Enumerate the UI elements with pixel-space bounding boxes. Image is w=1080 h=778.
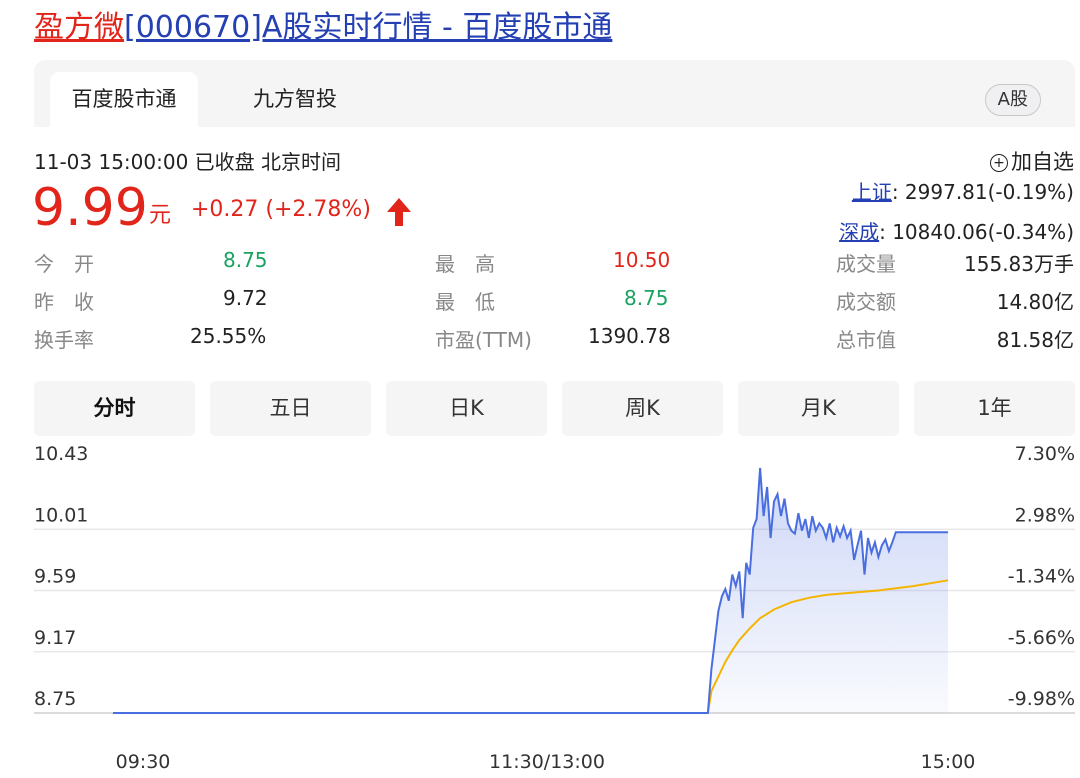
tab-jiufang[interactable]: 九方智投 [240,72,350,127]
x-axis-time-tick: 09:30 [116,751,171,773]
pe-value: 1390.78 [588,324,671,348]
low-value: 8.75 [624,286,669,310]
current-price: 9.99 [32,178,148,238]
high-label: 最 高 [435,252,495,276]
high-value: 10.50 [613,248,671,272]
page-title-link[interactable]: [000670]A股实时行情 - 百度股市通 [124,10,612,45]
prev-close-label: 昨 收 [34,290,94,314]
y-axis-percent-tick: -1.34% [1008,566,1075,588]
stock-name-link[interactable]: 盈方微 [34,10,124,45]
y-axis-percent-tick: -5.66% [1008,627,1075,649]
tab-five-day[interactable]: 五日 [210,381,371,436]
low-label: 最 低 [435,290,495,314]
y-axis-percent-tick: 7.30% [1015,443,1075,465]
open-value: 8.75 [223,248,268,272]
market-state: 已收盘 [194,150,255,174]
turnover-label: 换手率 [34,328,94,352]
amount-value: 14.80亿 [996,290,1074,314]
index-value: : 10840.06(-0.34%) [879,220,1074,244]
trade-datetime: 11-03 15:00:00 [34,150,189,174]
y-axis-percent-tick: 2.98% [1015,504,1075,526]
tab-daily-k[interactable]: 日K [386,381,547,436]
amount-label: 成交额 [836,290,896,314]
y-axis-price-tick: 8.75 [34,688,76,710]
tab-baidu-stock[interactable]: 百度股市通 [50,72,198,127]
index-shanghai[interactable]: 上证: 2997.81(-0.19%) [852,176,1074,205]
add-favorite-label: 加自选 [1011,150,1074,174]
market-badge[interactable]: A股 [984,84,1041,116]
turnover-value: 25.55% [190,324,267,348]
y-axis-percent-tick: -9.98% [1008,688,1075,710]
timezone-label: 北京时间 [261,150,342,174]
intraday-chart[interactable]: 10.43 7.30% 10.01 2.98% 9.59 -1.34% 9.17 -5.66%… [0,440,1080,778]
x-axis-time-tick: 11:30/13:00 [489,751,605,773]
trade-status: 11-03 15:00:00 已收盘 北京时间 [34,146,341,175]
index-name[interactable]: 深成 [839,220,879,244]
open-label: 今 开 [34,252,94,276]
y-axis-price-tick: 10.01 [34,504,88,526]
page-title[interactable]: 盈方微[000670]A股实时行情 - 百度股市通 [34,6,612,50]
x-axis-time-tick: 15:00 [921,751,976,773]
tab-one-year[interactable]: 1年 [914,381,1075,436]
y-axis-price-tick: 9.59 [34,566,76,588]
volume-value: 155.83万手 [964,252,1074,276]
price-change: +0.27 (+2.78%) [191,197,371,222]
tab-weekly-k[interactable]: 周K [562,381,723,436]
mktcap-value: 81.58亿 [996,328,1074,352]
up-arrow-icon [387,198,411,226]
price-unit: 元 [149,203,172,228]
index-value: : 2997.81(-0.19%) [891,180,1074,204]
add-favorite-button[interactable]: + 加自选 [990,146,1074,176]
volume-label: 成交量 [836,252,896,276]
prev-close-value: 9.72 [223,286,268,310]
pe-label: 市盈(TTM) [435,328,532,352]
y-axis-price-tick: 10.43 [34,443,88,465]
tab-intraday[interactable]: 分时 [34,381,195,436]
period-tabs: 分时 五日 日K 周K 月K 1年 [34,381,1075,436]
tab-monthly-k[interactable]: 月K [738,381,899,436]
index-shenzhen[interactable]: 深成: 10840.06(-0.34%) [839,216,1074,245]
index-name[interactable]: 上证 [852,180,892,204]
mktcap-label: 总市值 [836,328,896,352]
y-axis-price-tick: 9.17 [34,627,76,649]
source-tab-bar: 百度股市通 九方智投 A股 [34,60,1075,127]
plus-circle-icon: + [990,154,1008,172]
